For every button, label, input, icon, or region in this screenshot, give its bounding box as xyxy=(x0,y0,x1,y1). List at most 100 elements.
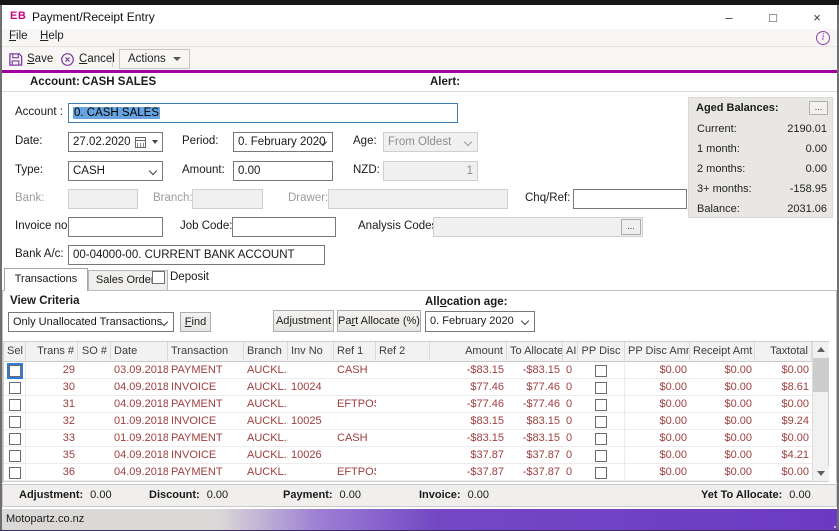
grid-cell-ai[interactable]: 0 xyxy=(563,464,578,481)
grid-cell-pp_disc_amnt[interactable]: $0.00 xyxy=(625,464,690,481)
grid-cell-transaction[interactable]: INVOICE xyxy=(168,379,244,396)
grid-cell-trans_no[interactable]: 36 xyxy=(26,464,78,481)
checkbox-cell-sel[interactable] xyxy=(4,396,26,413)
grid-cell-transaction[interactable]: PAYMENT xyxy=(168,464,244,481)
grid-cell-receipt_amt[interactable]: $0.00 xyxy=(690,362,755,379)
grid-cell-date[interactable]: 04.09.2018 xyxy=(111,447,168,464)
grid-cell-ref1[interactable]: CASH xyxy=(334,430,376,447)
grid-cell-ai[interactable]: 0 xyxy=(563,379,578,396)
cancel-button[interactable]: Cancel xyxy=(56,49,119,69)
close-button[interactable]: × xyxy=(795,5,839,29)
column-header-ai[interactable]: AI xyxy=(563,342,578,362)
grid-cell-ref2[interactable] xyxy=(376,464,430,481)
grid-cell-taxtotal[interactable]: $0.00 xyxy=(755,362,812,379)
grid-cell-so_no[interactable] xyxy=(78,413,111,430)
part-allocate-button[interactable]: Part Allocate (%) xyxy=(337,310,421,332)
grid-cell-so_no[interactable] xyxy=(78,362,111,379)
grid-cell-receipt_amt[interactable]: $0.00 xyxy=(690,413,755,430)
grid-cell-ref1[interactable] xyxy=(334,379,376,396)
checkbox-cell-sel[interactable] xyxy=(4,379,26,396)
tab-transactions[interactable]: Transactions xyxy=(4,268,88,291)
pp-disc-checkbox[interactable] xyxy=(595,415,607,428)
amount-input[interactable]: 0.00 xyxy=(233,161,333,181)
grid-cell-date[interactable]: 03.09.2018 xyxy=(111,362,168,379)
grid-cell-amount[interactable]: $83.15 xyxy=(430,413,507,430)
column-header-sel[interactable]: Sel xyxy=(4,342,26,362)
scrollbar-thumb[interactable] xyxy=(813,358,828,392)
grid-cell-trans_no[interactable]: 31 xyxy=(26,396,78,413)
grid-cell-trans_no[interactable]: 32 xyxy=(26,413,78,430)
grid-cell-amount[interactable]: $77.46 xyxy=(430,379,507,396)
grid-cell-taxtotal[interactable]: $8.61 xyxy=(755,379,812,396)
pp-disc-checkbox[interactable] xyxy=(595,432,607,445)
grid-cell-pp_disc_amnt[interactable]: $0.00 xyxy=(625,447,690,464)
grid-cell-date[interactable]: 01.09.2018 xyxy=(111,413,168,430)
column-header-pp_disc[interactable]: PP Disc xyxy=(578,342,625,362)
period-select[interactable]: 0. February 2020 xyxy=(233,132,333,152)
grid-cell-ref2[interactable] xyxy=(376,396,430,413)
pp-disc-checkbox[interactable] xyxy=(595,364,607,377)
grid-cell-so_no[interactable] xyxy=(78,379,111,396)
grid-cell-ref2[interactable] xyxy=(376,413,430,430)
deposit-checkbox[interactable] xyxy=(152,271,165,284)
grid-cell-amount[interactable]: -$77.46 xyxy=(430,396,507,413)
row-select-checkbox[interactable] xyxy=(8,466,21,479)
save-button[interactable]: Save xyxy=(4,49,57,69)
pp-disc-checkbox[interactable] xyxy=(595,466,607,479)
date-picker-button[interactable] xyxy=(135,136,159,149)
grid-cell-branch[interactable]: AUCKL... xyxy=(244,362,288,379)
analysis-codes-browse-button[interactable]: ... xyxy=(621,219,641,235)
checkbox-cell-sel[interactable] xyxy=(4,447,26,464)
row-select-checkbox[interactable] xyxy=(8,432,21,445)
grid-cell-inv_no[interactable] xyxy=(288,464,334,481)
checkbox-cell-pp_disc[interactable] xyxy=(578,396,625,413)
row-select-checkbox[interactable] xyxy=(8,449,21,462)
menu-file[interactable]: File xyxy=(5,30,32,42)
pp-disc-checkbox[interactable] xyxy=(595,398,607,411)
view-criteria-filter-select[interactable]: Only Unallocated Transactions xyxy=(8,312,174,332)
grid-cell-inv_no[interactable] xyxy=(288,430,334,447)
job-code-input[interactable] xyxy=(232,217,336,237)
grid-cell-ai[interactable]: 0 xyxy=(563,362,578,379)
column-header-ref2[interactable]: Ref 2 xyxy=(376,342,430,362)
grid-cell-taxtotal[interactable]: $0.00 xyxy=(755,464,812,481)
grid-cell-trans_no[interactable]: 35 xyxy=(26,447,78,464)
checkbox-cell-pp_disc[interactable] xyxy=(578,379,625,396)
grid-cell-ref1[interactable]: EFTPOS xyxy=(334,396,376,413)
grid-cell-to_allocate[interactable]: $83.15 xyxy=(507,413,563,430)
grid-cell-to_allocate[interactable]: -$37.87 xyxy=(507,464,563,481)
column-header-branch[interactable]: Branch xyxy=(244,342,288,362)
grid-cell-ref2[interactable] xyxy=(376,362,430,379)
checkbox-cell-sel[interactable] xyxy=(4,430,26,447)
row-select-checkbox[interactable] xyxy=(8,415,21,428)
grid-cell-trans_no[interactable]: 33 xyxy=(26,430,78,447)
grid-cell-receipt_amt[interactable]: $0.00 xyxy=(690,447,755,464)
grid-cell-to_allocate[interactable]: -$83.15 xyxy=(507,362,563,379)
column-header-pp_disc_amnt[interactable]: PP Disc Amnt xyxy=(625,342,690,362)
grid-cell-pp_disc_amnt[interactable]: $0.00 xyxy=(625,413,690,430)
grid-cell-pp_disc_amnt[interactable]: $0.00 xyxy=(625,430,690,447)
scroll-up-button[interactable] xyxy=(813,342,829,357)
scroll-down-button[interactable] xyxy=(813,466,829,481)
row-select-checkbox[interactable] xyxy=(8,398,21,411)
grid-cell-date[interactable]: 04.09.2018 xyxy=(111,396,168,413)
pp-disc-checkbox[interactable] xyxy=(595,381,607,394)
table-row[interactable]: 29 03.09.2018PAYMENTAUCKL... CASH -$83.15-$… xyxy=(4,362,812,379)
column-header-receipt_amt[interactable]: Receipt Amt xyxy=(690,342,755,362)
aged-balances-browse-button[interactable]: ... xyxy=(809,101,828,115)
grid-cell-receipt_amt[interactable]: $0.00 xyxy=(690,430,755,447)
grid-cell-transaction[interactable]: PAYMENT xyxy=(168,396,244,413)
grid-cell-inv_no[interactable]: 10024 xyxy=(288,379,334,396)
grid-cell-inv_no[interactable] xyxy=(288,396,334,413)
column-header-trans_no[interactable]: Trans # xyxy=(26,342,78,362)
grid-cell-ref1[interactable] xyxy=(334,413,376,430)
menu-help[interactable]: Help xyxy=(36,30,68,42)
minimize-button[interactable]: – xyxy=(707,5,751,29)
grid-cell-ai[interactable]: 0 xyxy=(563,413,578,430)
checkbox-cell-sel[interactable] xyxy=(4,413,26,430)
row-select-checkbox[interactable] xyxy=(8,381,21,394)
table-row[interactable]: 35 04.09.2018INVOICEAUCKL...10026 $37.87$3… xyxy=(4,447,812,464)
vertical-scrollbar[interactable] xyxy=(812,342,829,481)
grid-cell-so_no[interactable] xyxy=(78,464,111,481)
table-row[interactable]: 33 01.09.2018PAYMENTAUCKL... CASH -$83.15-$… xyxy=(4,430,812,447)
